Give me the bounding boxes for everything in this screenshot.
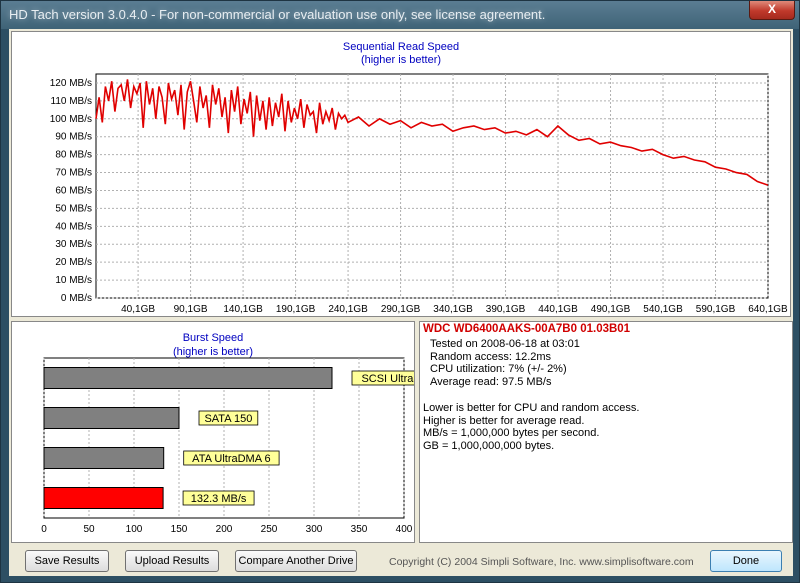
seq-x-tick-label: 590,1GB xyxy=(696,304,736,315)
burst-bar-label: SCSI Ultra320 xyxy=(361,373,414,385)
window-title: HD Tach version 3.0.4.0 - For non-commer… xyxy=(9,7,546,22)
burst-x-tick-label: 0 xyxy=(41,524,47,535)
test-date: Tested on 2008-06-18 at 03:01 xyxy=(430,338,580,350)
title-bar[interactable]: HD Tach version 3.0.4.0 - For non-commer… xyxy=(1,1,800,29)
upload-results-button[interactable]: Upload Results xyxy=(125,550,219,572)
seq-x-tick-label: 490,1GB xyxy=(591,304,631,315)
drive-model: WDC WD6400AAKS-00A7B0 01.03B01 xyxy=(423,323,631,335)
seq-x-tick-label: 290,1GB xyxy=(381,304,421,315)
close-button[interactable]: X xyxy=(749,1,795,20)
compare-another-drive-button[interactable]: Compare Another Drive xyxy=(235,550,357,572)
burst-x-tick-label: 250 xyxy=(261,524,278,535)
burst-x-tick-label: 150 xyxy=(171,524,188,535)
seq-x-tick-label: 340,1GB xyxy=(433,304,473,315)
seq-plot-frame xyxy=(95,73,769,299)
seq-y-tick-label: 50 MB/s xyxy=(55,203,92,214)
burst-x-tick-label: 400 xyxy=(396,524,413,535)
burst-x-tick-label: 100 xyxy=(126,524,143,535)
seq-x-tick-label: 40,1GB xyxy=(121,304,155,315)
seq-x-tick-label: 540,1GB xyxy=(643,304,683,315)
done-button[interactable]: Done xyxy=(710,550,782,572)
burst-bar-label: ATA UltraDMA 6 xyxy=(192,453,270,465)
seq-x-tick-label: 190,1GB xyxy=(276,304,316,315)
burst-x-tick-label: 200 xyxy=(216,524,233,535)
seq-y-tick-label: 120 MB/s xyxy=(50,78,92,89)
seq-y-tick-label: 20 MB/s xyxy=(55,257,92,268)
seq-chart-plot: 0 MB/s 10 MB/s 20 MB/s 30 MB/s 40 MB/s 50 MB/… xyxy=(50,73,788,315)
seq-y-tick-label: 0 MB/s xyxy=(61,293,92,304)
seq-x-tick-label: 640,1GB xyxy=(748,304,788,315)
burst-bar-label: SATA 150 xyxy=(204,413,252,425)
cpu-utilization: CPU utilization: 7% (+/- 2%) xyxy=(430,363,567,375)
app-window: HD Tach version 3.0.4.0 - For non-commer… xyxy=(0,0,800,583)
seq-x-tick-label: 440,1GB xyxy=(538,304,578,315)
seq-x-tick-label: 140,1GB xyxy=(223,304,263,315)
note-line: MB/s = 1,000,000 bytes per second. xyxy=(423,427,600,439)
note-line: GB = 1,000,000,000 bytes. xyxy=(423,439,555,452)
sequential-read-panel: Sequential Read Speed (higher is better)… xyxy=(11,31,791,317)
test-stats: Tested on 2008-06-18 at 03:01 Random acc… xyxy=(430,338,580,388)
seq-y-tick-label: 10 MB/s xyxy=(55,275,92,286)
seq-y-tick-label: 30 MB/s xyxy=(55,239,92,250)
burst-chart-plot: 0 50 100 150 200 250 300 350 400 SCSI Ultra320 SAT… xyxy=(41,357,414,535)
burst-x-tick-label: 300 xyxy=(306,524,323,535)
burst-bar xyxy=(43,367,333,389)
burst-speed-panel: Burst Speed (higher is better) 0 50 100 150… xyxy=(11,321,415,543)
seq-y-tick-label: 100 MB/s xyxy=(50,114,92,125)
seq-y-tick-label: 80 MB/s xyxy=(55,150,92,161)
note-line: Higher is better for average read. xyxy=(423,414,585,427)
seq-x-tick-label: 240,1GB xyxy=(328,304,368,315)
seq-y-tick-label: 60 MB/s xyxy=(55,185,92,196)
results-info-panel: WDC WD6400AAKS-00A7B0 01.03B01 Tested on… xyxy=(419,321,793,543)
seq-x-tick-label: 90,1GB xyxy=(174,304,208,315)
burst-x-tick-label: 350 xyxy=(351,524,368,535)
legend-notes: Lower is better for CPU and random acces… xyxy=(423,402,639,452)
seq-y-tick-label: 110 MB/s xyxy=(51,96,93,107)
random-access: Random access: 12.2ms xyxy=(430,350,552,363)
burst-bar xyxy=(43,407,180,429)
burst-bar xyxy=(43,447,165,469)
seq-y-tick-label: 90 MB/s xyxy=(55,132,92,143)
burst-bar-label: 132.3 MB/s xyxy=(191,493,247,505)
seq-y-tick-label: 40 MB/s xyxy=(55,221,92,232)
average-read: Average read: 97.5 MB/s xyxy=(430,375,552,388)
client-area: Sequential Read Speed (higher is better)… xyxy=(9,29,793,576)
save-results-button[interactable]: Save Results xyxy=(25,550,109,572)
note-line: Lower is better for CPU and random acces… xyxy=(423,402,640,414)
seq-y-tick-label: 70 MB/s xyxy=(55,168,92,179)
burst-bar xyxy=(43,487,164,509)
copyright-text: Copyright (C) 2004 Simpli Software, Inc.… xyxy=(389,556,694,568)
burst-x-tick-label: 50 xyxy=(83,524,95,535)
seq-x-tick-label: 390,1GB xyxy=(486,304,526,315)
